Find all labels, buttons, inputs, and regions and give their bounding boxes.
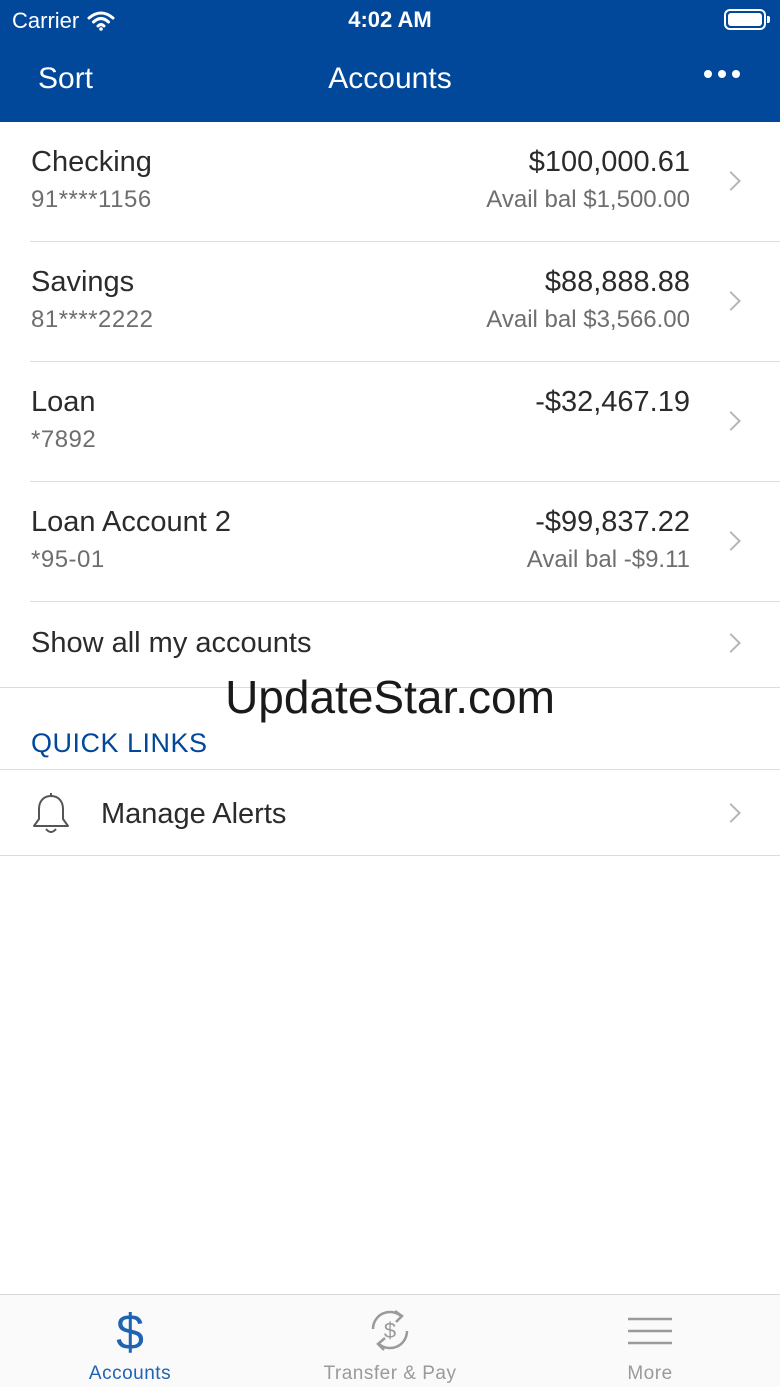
tab-more[interactable]: More	[520, 1295, 780, 1387]
tab-more-label: More	[627, 1363, 673, 1384]
status-bar: Carrier 4:02 AM	[0, 0, 780, 40]
account-row-savings[interactable]: Savings 81****2222 $88,888.88 Avail bal …	[0, 242, 780, 362]
status-time: 4:02 AM	[348, 7, 432, 32]
account-available-balance: Avail bal $3,566.00	[486, 306, 690, 333]
page-title: Accounts	[328, 62, 452, 95]
account-available-balance: Avail bal $1,500.00	[486, 186, 690, 213]
svg-text:$: $	[116, 1305, 144, 1355]
account-balance: $88,888.88	[544, 266, 690, 298]
battery-icon	[724, 9, 770, 30]
tab-accounts-label: Accounts	[88, 1363, 172, 1384]
transfer-dollar-icon: $	[371, 1309, 409, 1351]
account-number: *7892	[31, 426, 97, 453]
top-bar: Carrier 4:02 AM Sort Accounts	[0, 0, 780, 122]
chevron-right-icon	[721, 531, 741, 551]
account-balance: -$32,467.19	[535, 386, 690, 418]
account-row-loan[interactable]: Loan *7892 -$32,467.19	[0, 362, 780, 482]
manage-alerts-row[interactable]: Manage Alerts	[0, 770, 780, 856]
tab-bar: $ Accounts $ Transfer & Pay More	[0, 1294, 780, 1387]
account-available-balance: Avail bal -$9.11	[526, 546, 690, 573]
account-name: Savings	[31, 266, 135, 298]
chevron-right-icon	[721, 411, 741, 431]
account-number: 91****1156	[31, 186, 152, 213]
account-row-checking[interactable]: Checking 91****1156 $100,000.61 Avail ba…	[0, 122, 780, 242]
chevron-right-icon	[721, 803, 741, 823]
tab-accounts[interactable]: $ Accounts	[0, 1295, 260, 1387]
quick-links-header: QUICK LINKS	[31, 728, 208, 758]
account-name: Loan	[31, 386, 96, 418]
account-number: 81****2222	[31, 306, 154, 333]
more-options-icon[interactable]	[704, 70, 740, 78]
svg-text:$: $	[384, 1318, 396, 1343]
watermark-text: UpdateStar.com	[225, 671, 555, 723]
chevron-right-icon	[721, 633, 741, 653]
tab-transfer-and-pay[interactable]: $ Transfer & Pay	[260, 1295, 520, 1387]
account-name: Loan Account 2	[31, 506, 231, 538]
manage-alerts-label: Manage Alerts	[101, 798, 287, 830]
account-name: Checking	[31, 146, 152, 178]
chevron-right-icon	[721, 171, 741, 191]
account-number: *95-01	[31, 546, 105, 573]
row-divider	[0, 855, 780, 856]
account-balance: -$99,837.22	[535, 506, 690, 538]
account-row-loan-account-2[interactable]: Loan Account 2 *95-01 -$99,837.22 Avail …	[0, 482, 780, 602]
tab-transfer-label: Transfer & Pay	[323, 1363, 457, 1384]
hamburger-icon	[628, 1317, 672, 1345]
bell-icon	[33, 793, 69, 833]
nav-bar: Sort Accounts	[0, 48, 780, 112]
account-balance: $100,000.61	[528, 146, 690, 178]
chevron-right-icon	[721, 291, 741, 311]
dollar-icon: $	[116, 1305, 144, 1355]
show-all-accounts-label: Show all my accounts	[31, 627, 312, 659]
